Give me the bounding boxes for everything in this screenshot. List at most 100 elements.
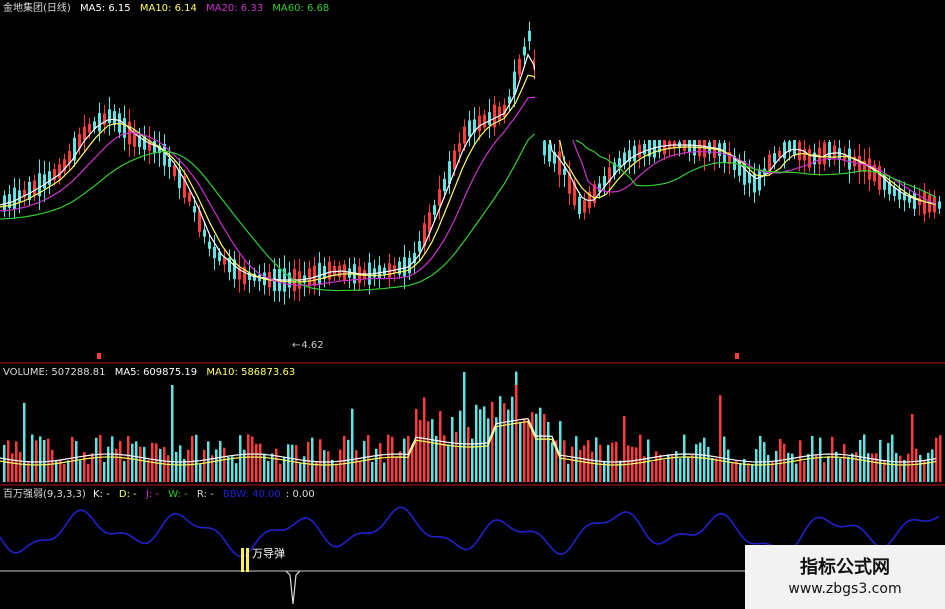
volume-bar [579, 449, 582, 482]
volume-bar [675, 451, 678, 482]
volume-bar [251, 436, 254, 482]
stock-name: 金地集团(日线) [3, 3, 71, 14]
candle-body [458, 143, 461, 152]
volume-bar [835, 451, 838, 482]
indicator-r: R: - [196, 489, 214, 500]
candle-body [313, 265, 316, 286]
candle-body [333, 265, 336, 276]
volume-bar [415, 408, 418, 482]
volume-bar [451, 416, 454, 482]
candle-body [913, 192, 916, 209]
volume-bar [307, 441, 310, 482]
volume-bar [43, 440, 46, 482]
volume-bar [47, 438, 50, 482]
volume-bar [7, 440, 10, 482]
signal-bar [246, 548, 249, 572]
volume-bar [287, 444, 290, 482]
volume-bar [655, 451, 658, 482]
candle-body [463, 126, 466, 144]
volume-bar [483, 406, 486, 482]
candle-body [823, 142, 826, 165]
volume-bar [635, 447, 638, 482]
volume-bar [927, 452, 930, 482]
candle-body [618, 158, 621, 167]
candle-body [98, 113, 101, 132]
volume-bar [339, 449, 342, 482]
candle-body [18, 190, 21, 202]
volume-bar [799, 440, 802, 482]
ma20-readout: MA20: 6.33 [206, 3, 264, 14]
candle-body [193, 206, 196, 213]
volume-bar [535, 413, 538, 482]
volume-bar [419, 420, 422, 482]
arrow-left-icon: ← [292, 340, 301, 351]
candle-body [43, 174, 46, 189]
volume-bar [455, 431, 458, 482]
divider-marker-left [97, 353, 101, 359]
volume-bar [207, 441, 210, 482]
volume-bar [431, 419, 434, 482]
volume-bar [391, 436, 394, 482]
stock-chart-window: 金地集团(日线) MA5: 6.15 MA10: 6.14 MA20: 6.33… [0, 0, 945, 609]
volume-bar [335, 463, 338, 482]
volume-bar [503, 403, 506, 482]
volume-bar [235, 463, 238, 482]
candle-body [108, 109, 111, 124]
volume-bar [583, 445, 586, 482]
volume-bar [255, 443, 258, 482]
volume-bar [403, 438, 406, 482]
volume-bar [931, 449, 934, 482]
volume-bar [331, 459, 334, 482]
candle-body [498, 106, 501, 121]
volume-bar [559, 421, 562, 482]
signal-text: 万导弹 [252, 547, 285, 560]
volume-bar [371, 461, 374, 482]
candle-body [433, 205, 436, 215]
watermark: 指标公式网 www.zbgs3.com [745, 545, 945, 609]
volume-bar [15, 441, 18, 482]
volume-bar [623, 415, 626, 482]
volume-bar [683, 434, 686, 482]
candle-body [798, 141, 801, 161]
volume-bar [175, 451, 178, 482]
volume-bar [619, 460, 622, 482]
candle-body [403, 257, 406, 277]
candle-body [938, 201, 941, 209]
volume-bar [591, 451, 594, 482]
candle-body [528, 30, 531, 42]
volume-bar [131, 443, 134, 482]
volume-bar [915, 448, 918, 482]
volume-bar [663, 459, 666, 482]
volume-bar [679, 458, 682, 482]
volume-bar [427, 421, 430, 482]
volume-bar [227, 456, 230, 482]
volume-bar [911, 414, 914, 482]
volume-bar [87, 463, 90, 482]
volume-bar [147, 459, 150, 482]
candle-body [643, 143, 646, 155]
indicator-value: : 0.00 [285, 489, 315, 500]
volume-bar [223, 447, 226, 482]
volume-bar [563, 440, 566, 482]
volume-bar [511, 396, 514, 482]
volume-bar [815, 454, 818, 482]
volume-bar [383, 462, 386, 482]
candle-body [563, 168, 566, 175]
price-legend: 金地集团(日线) MA5: 6.15 MA10: 6.14 MA20: 6.33… [3, 3, 335, 15]
volume-bar [407, 435, 410, 482]
volume-bar [19, 452, 22, 482]
volume-bar [935, 437, 938, 482]
volume-bar [895, 453, 898, 482]
volume-bar [907, 453, 910, 482]
ma10-readout: MA10: 6.14 [139, 3, 197, 14]
volume-bar [851, 453, 854, 482]
candle-body [33, 180, 36, 196]
volume-bar [327, 451, 330, 482]
volume-bar [199, 463, 202, 482]
volume-bar [23, 402, 26, 482]
candle-body [758, 169, 761, 191]
volume-bar [547, 421, 550, 482]
chart-canvas[interactable] [0, 0, 945, 609]
candle-body [518, 58, 521, 75]
volume-bar [751, 463, 754, 482]
